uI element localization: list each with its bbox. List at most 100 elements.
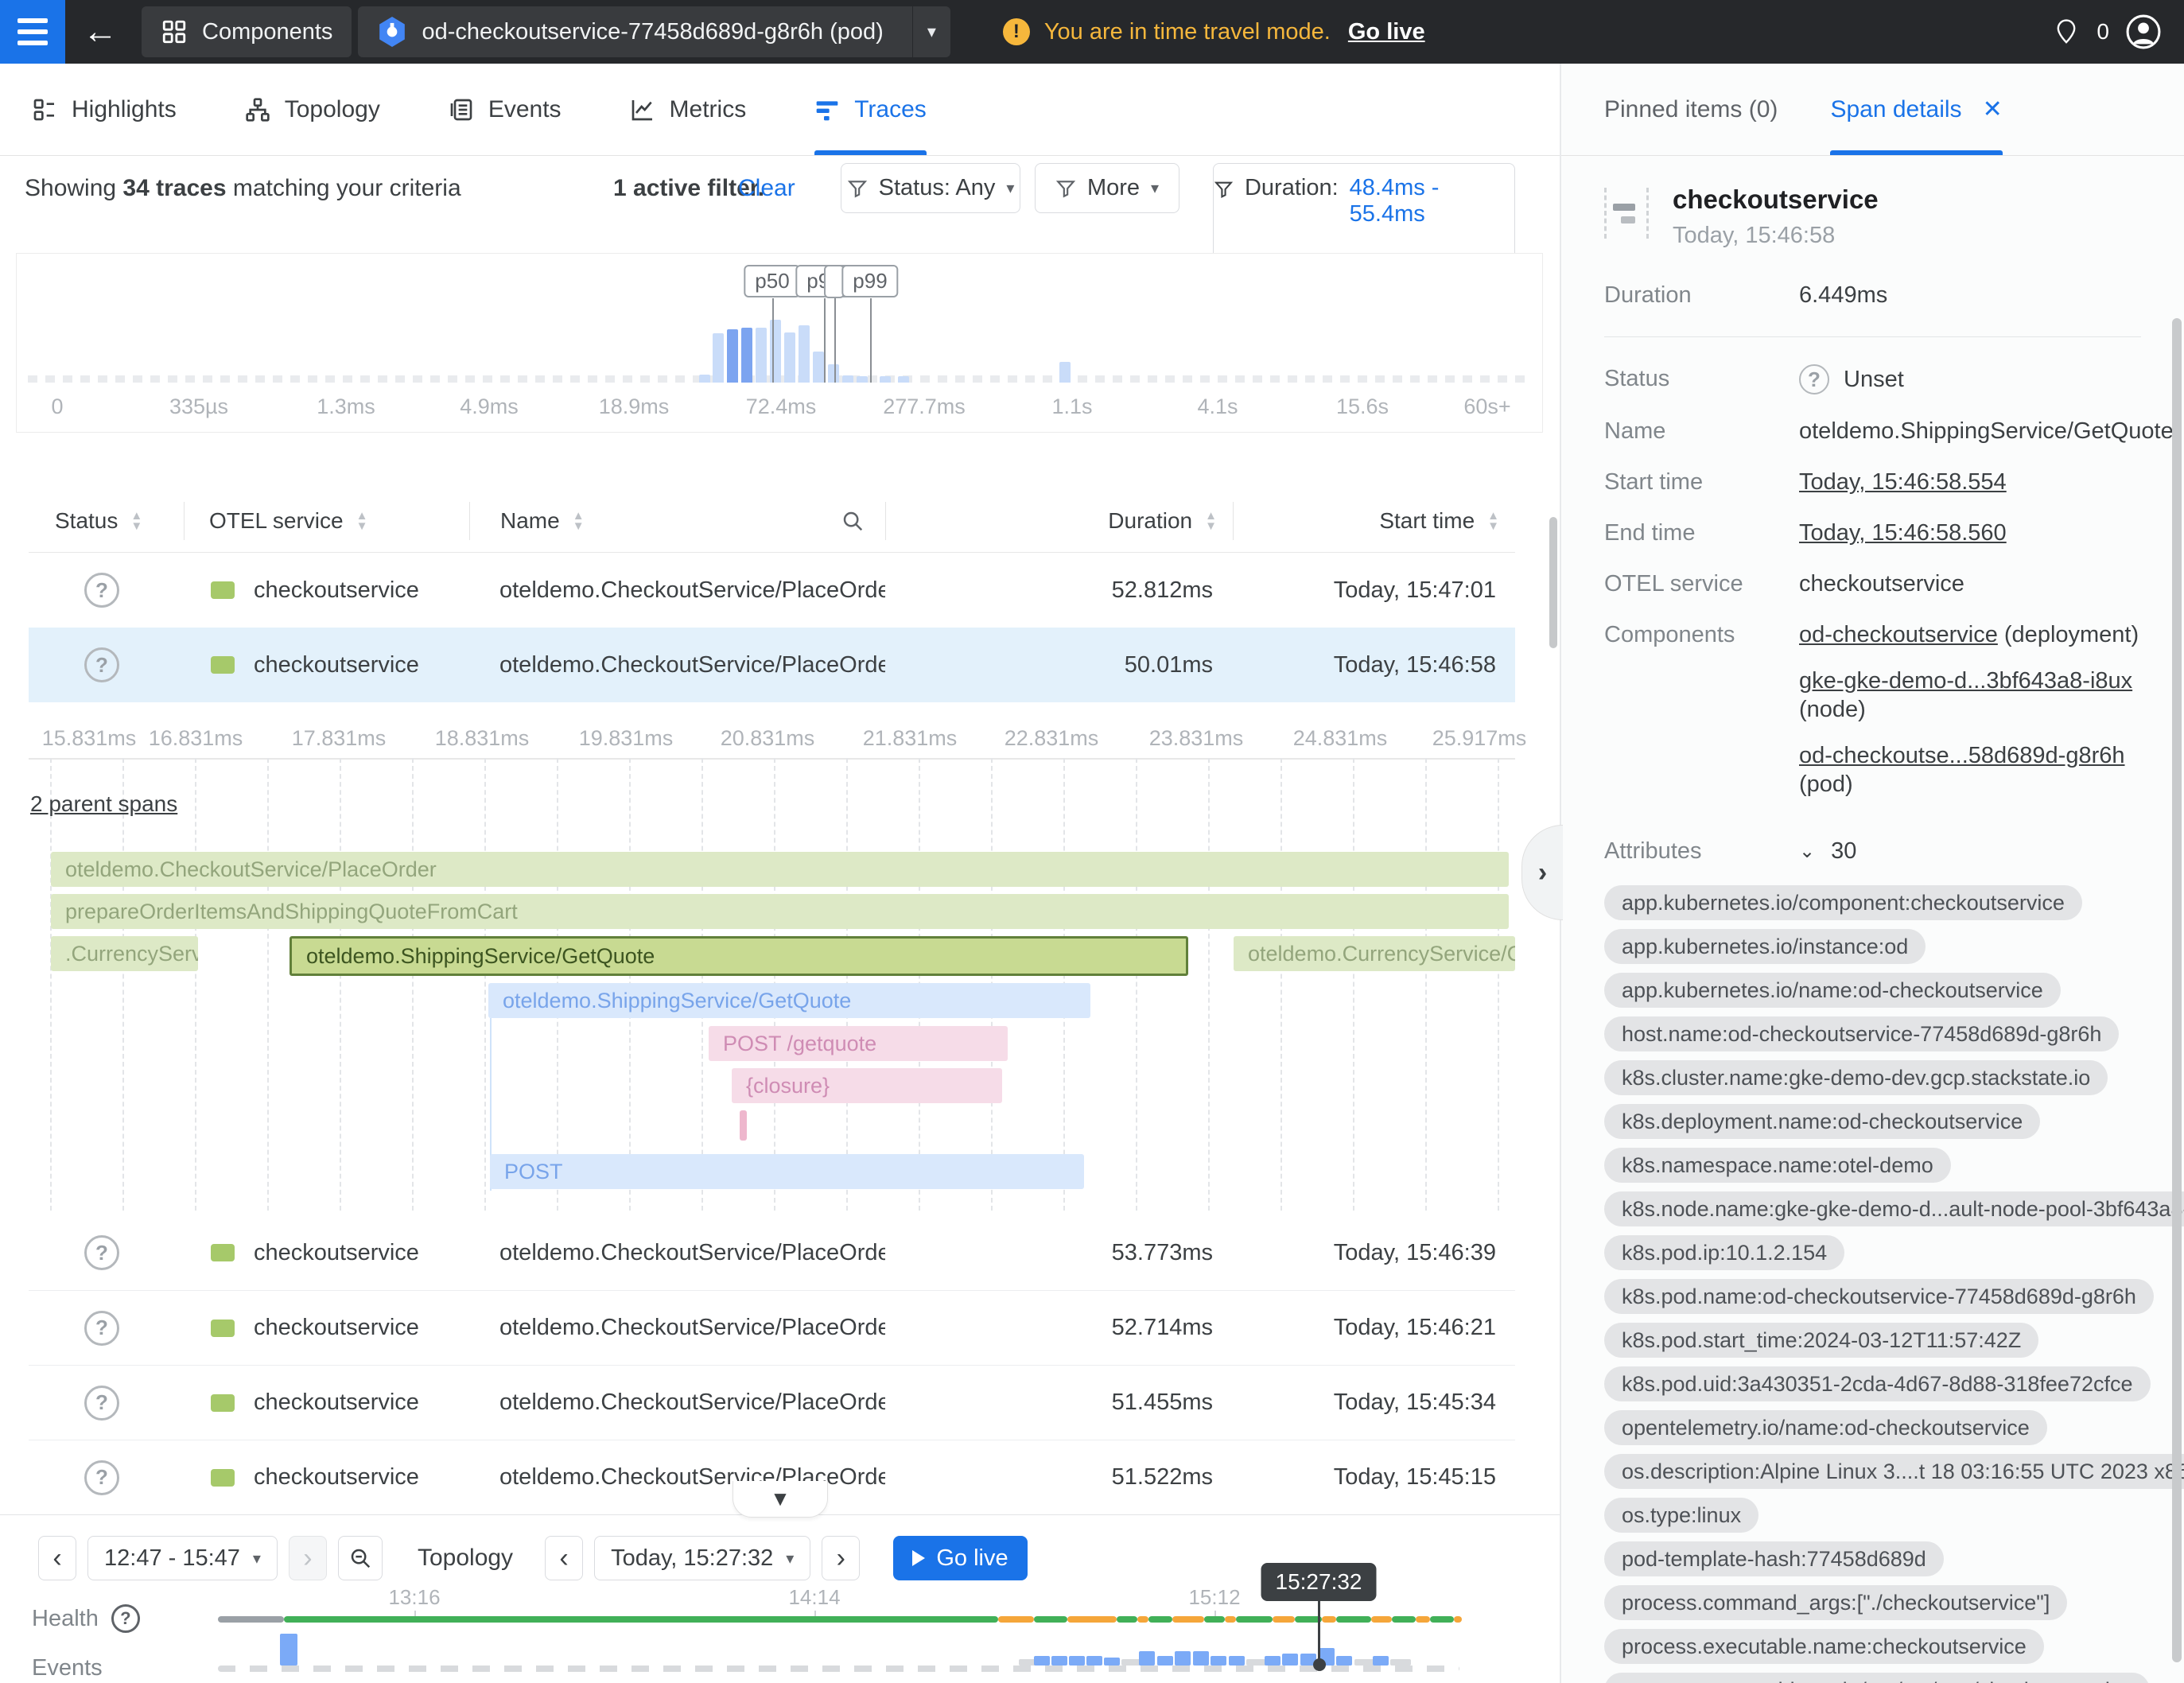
sort-icon[interactable]: ▲▼ [356, 511, 368, 531]
timestamp-dropdown[interactable]: Today, 15:27:32 ▾ [594, 1536, 810, 1580]
range-next-button[interactable]: › [289, 1536, 327, 1580]
time-marker-tooltip[interactable]: 15:27:32 [1261, 1563, 1377, 1601]
components-links: od-checkoutservice (deployment)gke-gke-d… [1799, 620, 2184, 816]
component-link[interactable]: od-checkoutservice [1799, 622, 1998, 647]
start-time-link[interactable]: Today, 15:46:58.554 [1799, 468, 2007, 496]
event-bar[interactable] [1193, 1651, 1209, 1666]
tab-highlights[interactable]: Highlights [32, 64, 177, 155]
event-bar[interactable] [1390, 1659, 1411, 1666]
close-icon[interactable]: ✕ [1983, 95, 2003, 123]
event-bar[interactable] [1034, 1656, 1050, 1666]
go-live-button[interactable]: Go live [893, 1536, 1027, 1580]
health-segment [218, 1616, 284, 1623]
sort-icon[interactable]: ▲▼ [1487, 511, 1499, 531]
time-marker-line[interactable] [1318, 1601, 1320, 1663]
component-link-line: od-checkoutse...58d689d-g8r6h (pod) [1799, 741, 2184, 799]
event-bar[interactable] [1373, 1656, 1389, 1666]
table-row[interactable]: ?checkoutserviceoteldemo.CheckoutService… [29, 1365, 1515, 1440]
table-row[interactable]: ?checkoutserviceoteldemo.CheckoutService… [29, 1290, 1515, 1365]
column-header-start-time[interactable]: Start time▲▼ [1233, 502, 1515, 540]
table-row[interactable]: ?checkoutserviceoteldemo.CheckoutService… [29, 628, 1515, 702]
component-link[interactable]: od-checkoutse...58d689d-g8r6h [1799, 743, 2125, 768]
column-header-duration[interactable]: Duration▲▼ [885, 502, 1233, 540]
event-bar[interactable] [1282, 1654, 1298, 1666]
event-bar[interactable] [1139, 1651, 1155, 1666]
span-bar[interactable] [740, 1110, 747, 1141]
attribute-chip: process.command_args:["./checkoutservice… [1604, 1585, 2067, 1620]
more-filters-button[interactable]: More ▾ [1035, 163, 1179, 213]
search-icon[interactable] [841, 509, 865, 533]
column-header-status[interactable]: Status▲▼ [29, 502, 184, 540]
clear-filters-link[interactable]: Clear [738, 163, 795, 213]
tab-span-details[interactable]: Span details ✕ [1830, 64, 2002, 155]
time-range-dropdown[interactable]: 12:47 - 15:47 ▾ [87, 1536, 278, 1580]
range-prev-button[interactable]: ‹ [38, 1536, 76, 1580]
table-row[interactable]: ?checkoutserviceoteldemo.CheckoutService… [29, 1215, 1515, 1290]
duration-filter-chip[interactable]: Duration: 48.4ms - 55.4ms [1213, 163, 1515, 253]
event-bar[interactable] [1157, 1656, 1173, 1666]
tab-topology[interactable]: Topology [245, 64, 380, 155]
zoom-out-button[interactable] [338, 1536, 383, 1580]
column-header-name[interactable]: Name▲▼ [469, 502, 885, 540]
pin-icon[interactable] [2052, 17, 2081, 46]
waterfall-gridline [50, 758, 52, 1211]
attribute-chip: process.executable.name:checkoutservice [1604, 1629, 2044, 1664]
attribute-chip: host.name:od-checkoutservice-77458d689d-… [1604, 1016, 2119, 1051]
avatar[interactable] [2125, 14, 2162, 50]
span-bar[interactable]: {closure} [732, 1068, 1002, 1103]
span-bar[interactable]: oteldemo.CheckoutService/PlaceOrder [51, 852, 1509, 887]
panel-scrollbar-thumb[interactable] [2172, 318, 2182, 1662]
component-link[interactable]: gke-gke-demo-d...3bf643a8-i8ux [1799, 668, 2132, 694]
back-button[interactable]: ← [83, 0, 118, 64]
event-bar[interactable] [1175, 1651, 1191, 1666]
event-bar[interactable] [1211, 1656, 1226, 1666]
event-bar[interactable] [1104, 1658, 1120, 1666]
event-bar[interactable] [1051, 1656, 1067, 1666]
status-filter-button[interactable]: Status: Any ▾ [841, 163, 1020, 213]
parent-spans-link[interactable]: 2 parent spans [30, 791, 177, 817]
percentile-handle[interactable]: p50 [744, 265, 800, 297]
span-bar[interactable]: POST /getquote [709, 1026, 1008, 1061]
percentile-line [772, 298, 774, 383]
tab-pinned-items[interactable]: Pinned items (0) [1604, 64, 1778, 155]
entity-dropdown-caret[interactable]: ▾ [912, 6, 950, 57]
event-bar[interactable] [1086, 1656, 1102, 1666]
hamburger-menu-button[interactable] [0, 0, 65, 64]
event-bar[interactable] [1069, 1656, 1085, 1666]
go-live-link[interactable]: Go live [1348, 19, 1425, 45]
event-bar[interactable] [280, 1634, 297, 1666]
health-segment [1416, 1616, 1430, 1623]
sort-icon[interactable]: ▲▼ [130, 511, 142, 531]
span-bar[interactable]: prepareOrderItemsAndShippingQuoteFromCar… [51, 894, 1509, 929]
help-icon[interactable]: ? [111, 1604, 140, 1633]
duration-cell: 50.01ms [885, 652, 1233, 678]
time-prev-button[interactable]: ‹ [545, 1536, 583, 1580]
table-row[interactable]: ?checkoutserviceoteldemo.CheckoutService… [29, 553, 1515, 628]
tab-metrics[interactable]: Metrics [630, 64, 747, 155]
sort-icon[interactable]: ▲▼ [573, 511, 585, 531]
event-bar[interactable] [1229, 1656, 1245, 1666]
entity-selector-chip[interactable]: od-checkoutservice-77458d689d-g8r6h (pod… [358, 6, 950, 57]
chevron-down-icon[interactable]: ⌄ [1799, 840, 1815, 863]
main-scrollbar-thumb[interactable] [1549, 517, 1557, 648]
event-bar[interactable] [1265, 1656, 1280, 1666]
status-unknown-icon: ? [84, 647, 119, 682]
collapse-waterfall-tab[interactable]: ▼ [733, 1481, 828, 1518]
time-marker-dot[interactable] [1313, 1658, 1326, 1671]
sort-icon[interactable]: ▲▼ [1205, 511, 1217, 531]
end-time-link[interactable]: Today, 15:46:58.560 [1799, 519, 2007, 547]
span-bar[interactable]: oteldemo.ShippingService/GetQuote [290, 936, 1188, 976]
span-bar[interactable]: oteldemo.ShippingService/GetQuote [488, 983, 1090, 1018]
span-bar[interactable]: POST [490, 1154, 1084, 1189]
percentile-handle[interactable]: p99 [841, 265, 898, 297]
time-next-button[interactable]: › [822, 1536, 860, 1580]
tab-events[interactable]: Events [449, 64, 562, 155]
span-name-cell: oteldemo.CheckoutService/PlaceOrder [469, 652, 885, 678]
column-header-otel-service[interactable]: OTEL service▲▼ [184, 502, 469, 540]
event-bar[interactable] [1336, 1656, 1352, 1666]
tab-traces[interactable]: Traces [814, 64, 927, 155]
duration-histogram[interactable]: p50p90p990335µs1.3ms4.9ms18.9ms72.4ms277… [16, 253, 1543, 433]
span-bar[interactable]: oteldemo.CurrencyService/Co [1234, 936, 1515, 971]
components-breadcrumb-chip[interactable]: Components [142, 6, 352, 57]
span-bar[interactable]: .CurrencyServ… [51, 936, 198, 971]
